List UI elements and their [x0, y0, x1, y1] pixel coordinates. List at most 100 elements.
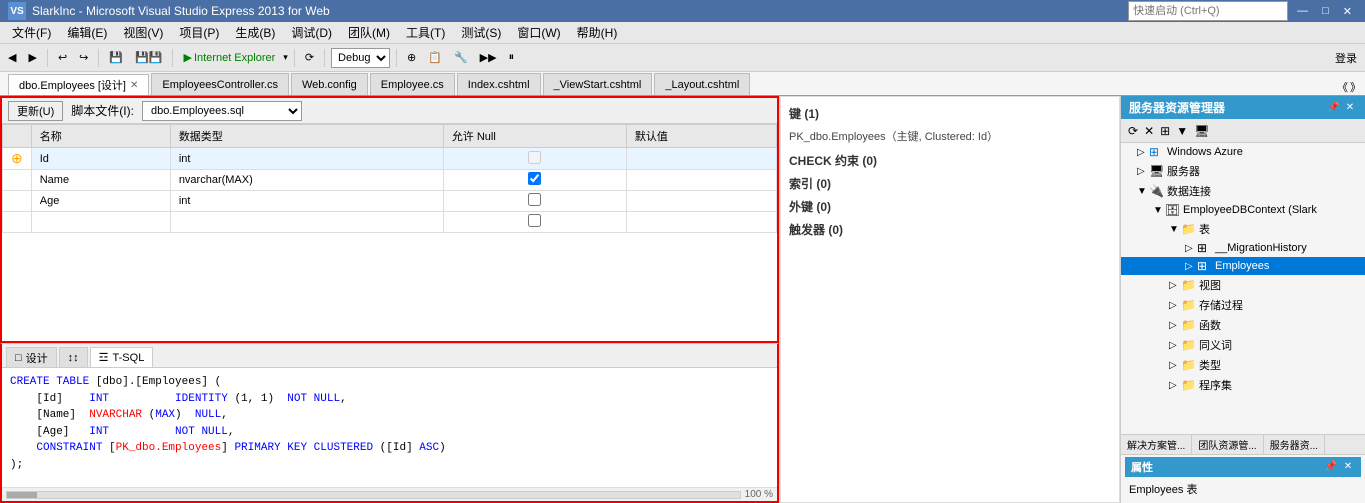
- tab-dbo-employees[interactable]: dbo.Employees [设计] ✕: [8, 74, 149, 96]
- debug-select[interactable]: Debug: [331, 48, 390, 68]
- nullable-checkbox-name[interactable]: [528, 172, 541, 185]
- menu-build[interactable]: 生成(B): [227, 22, 283, 43]
- tab-team[interactable]: 团队资源管...: [1192, 435, 1263, 454]
- row-null-id[interactable]: [443, 148, 626, 170]
- tab-tsql[interactable]: ☲ T-SQL: [90, 347, 154, 367]
- expand-icon[interactable]: ▷: [1185, 261, 1197, 272]
- row-name-name[interactable]: Name: [31, 170, 170, 191]
- props-close-btn[interactable]: ✕: [1341, 459, 1355, 473]
- tab-server[interactable]: 服务器资...: [1264, 435, 1325, 454]
- start-button[interactable]: ▶ Internet Explorer: [179, 49, 279, 66]
- toolbar-extra-3[interactable]: 🔧: [450, 49, 472, 66]
- row-name-age[interactable]: Age: [31, 191, 170, 212]
- add-server-btn[interactable]: 🖥: [1191, 123, 1212, 139]
- save-button[interactable]: 💾: [105, 49, 127, 66]
- expand-icon[interactable]: ▷: [1169, 340, 1181, 351]
- row-type-empty[interactable]: [170, 212, 443, 233]
- forward-button[interactable]: ▶: [24, 49, 40, 66]
- row-type-name[interactable]: nvarchar(MAX): [170, 170, 443, 191]
- tree-item-sprocs[interactable]: ▷ 📁 存储过程: [1121, 295, 1365, 315]
- quick-launch-input[interactable]: [1128, 1, 1288, 21]
- properties-toolbar-btn[interactable]: ⊞: [1157, 123, 1173, 139]
- expand-icon[interactable]: ▷: [1137, 147, 1149, 158]
- tab-viewstart[interactable]: _ViewStart.cshtml: [543, 73, 653, 95]
- props-pin-btn[interactable]: 📌: [1324, 459, 1338, 473]
- expand-icon[interactable]: ▼: [1169, 224, 1181, 235]
- nullable-checkbox-id[interactable]: [528, 151, 541, 164]
- menu-test[interactable]: 测试(S): [453, 22, 509, 43]
- tab-solution[interactable]: 解决方案管...: [1121, 435, 1192, 454]
- row-default-id[interactable]: [626, 148, 776, 170]
- tree-item-views[interactable]: ▷ 📁 视图: [1121, 275, 1365, 295]
- back-button[interactable]: ◀: [4, 49, 20, 66]
- tab-design[interactable]: □ 设计: [6, 347, 57, 367]
- expand-icon[interactable]: ▷: [1169, 380, 1181, 391]
- row-default-name[interactable]: [626, 170, 776, 191]
- expand-icon[interactable]: ▷: [1169, 300, 1181, 311]
- row-name-empty[interactable]: [31, 212, 170, 233]
- row-type-age[interactable]: int: [170, 191, 443, 212]
- expand-icon[interactable]: ▷: [1185, 243, 1197, 254]
- tab-web-config[interactable]: Web.config: [291, 73, 368, 95]
- row-default-age[interactable]: [626, 191, 776, 212]
- row-default-empty[interactable]: [626, 212, 776, 233]
- tree-item-types[interactable]: ▷ 📁 类型: [1121, 355, 1365, 375]
- tab-employees-controller[interactable]: EmployeesController.cs: [151, 73, 289, 95]
- tab-scroll-left[interactable]: 《: [1337, 79, 1348, 95]
- tree-item-dbcontext[interactable]: ▼ 🗄 EmployeeDBContext (Slark: [1121, 201, 1365, 219]
- tab-index-cshtml[interactable]: Index.cshtml: [457, 73, 541, 95]
- expand-icon[interactable]: ▼: [1153, 205, 1165, 216]
- menu-view[interactable]: 视图(V): [115, 22, 171, 43]
- nullable-checkbox-age[interactable]: [528, 193, 541, 206]
- tab-close-icon[interactable]: ✕: [130, 80, 138, 91]
- tree-item-synonyms[interactable]: ▷ 📁 同义词: [1121, 335, 1365, 355]
- tree-item-employees[interactable]: ▷ ⊞ Employees: [1121, 257, 1365, 275]
- expand-icon[interactable]: ▷: [1169, 280, 1181, 291]
- expand-icon[interactable]: ▷: [1169, 320, 1181, 331]
- row-null-age[interactable]: [443, 191, 626, 212]
- minimize-button[interactable]: —: [1292, 4, 1313, 18]
- expand-icon[interactable]: ▼: [1137, 186, 1149, 197]
- expand-icon[interactable]: ▷: [1137, 166, 1149, 177]
- toolbar-extra-4[interactable]: ▶▶: [476, 49, 501, 66]
- row-name-id[interactable]: Id: [31, 148, 170, 170]
- sql-code-area[interactable]: CREATE TABLE [dbo].[Employees] ( [Id] IN…: [2, 368, 777, 487]
- refresh-tree-button[interactable]: ⟳: [1125, 123, 1141, 139]
- toolbar-extra-1[interactable]: ⊕: [403, 49, 420, 66]
- redo-button[interactable]: ↪: [75, 49, 92, 66]
- tab-layout[interactable]: _Layout.cshtml: [654, 73, 750, 95]
- row-null-empty[interactable]: [443, 212, 626, 233]
- menu-team[interactable]: 团队(M): [340, 22, 398, 43]
- toolbar-extra-5[interactable]: ⏸: [505, 49, 519, 66]
- tree-item-server[interactable]: ▷ 🖥 服务器: [1121, 161, 1365, 181]
- connect-button[interactable]: ✕: [1141, 123, 1157, 139]
- menu-project[interactable]: 项目(P): [171, 22, 227, 43]
- tree-item-tables[interactable]: ▼ 📁 表: [1121, 219, 1365, 239]
- menu-help[interactable]: 帮助(H): [569, 22, 626, 43]
- menu-file[interactable]: 文件(F): [4, 22, 59, 43]
- update-button[interactable]: 更新(U): [8, 101, 63, 121]
- menu-tools[interactable]: 工具(T): [398, 22, 453, 43]
- script-select[interactable]: dbo.Employees.sql: [142, 101, 302, 121]
- horizontal-scrollbar[interactable]: [6, 491, 741, 499]
- refresh-button[interactable]: ⟳: [301, 49, 318, 66]
- close-button[interactable]: ✕: [1338, 4, 1357, 19]
- tab-scroll-right[interactable]: 》: [1350, 79, 1361, 95]
- undo-button[interactable]: ↩: [54, 49, 71, 66]
- filter-button[interactable]: ▼: [1173, 123, 1191, 139]
- expand-icon[interactable]: ▷: [1169, 360, 1181, 371]
- tree-item-functions[interactable]: ▷ 📁 函数: [1121, 315, 1365, 335]
- tree-item-dataconn[interactable]: ▼ 🔌 数据连接: [1121, 181, 1365, 201]
- nullable-checkbox-empty[interactable]: [528, 214, 541, 227]
- pin-button[interactable]: 📌: [1327, 101, 1341, 115]
- tab-employee-cs[interactable]: Employee.cs: [370, 73, 455, 95]
- row-null-name[interactable]: [443, 170, 626, 191]
- login-button[interactable]: 登录: [1331, 48, 1361, 68]
- maximize-button[interactable]: □: [1317, 4, 1334, 18]
- tree-item-azure[interactable]: ▷ ⊞ Windows Azure: [1121, 143, 1365, 161]
- tree-item-migration[interactable]: ▷ ⊞ __MigrationHistory: [1121, 239, 1365, 257]
- toolbar-extra-2[interactable]: 📋: [424, 49, 446, 66]
- tab-sort[interactable]: ↕↕: [59, 347, 88, 367]
- row-type-id[interactable]: int: [170, 148, 443, 170]
- save-all-button[interactable]: 💾💾: [131, 49, 166, 66]
